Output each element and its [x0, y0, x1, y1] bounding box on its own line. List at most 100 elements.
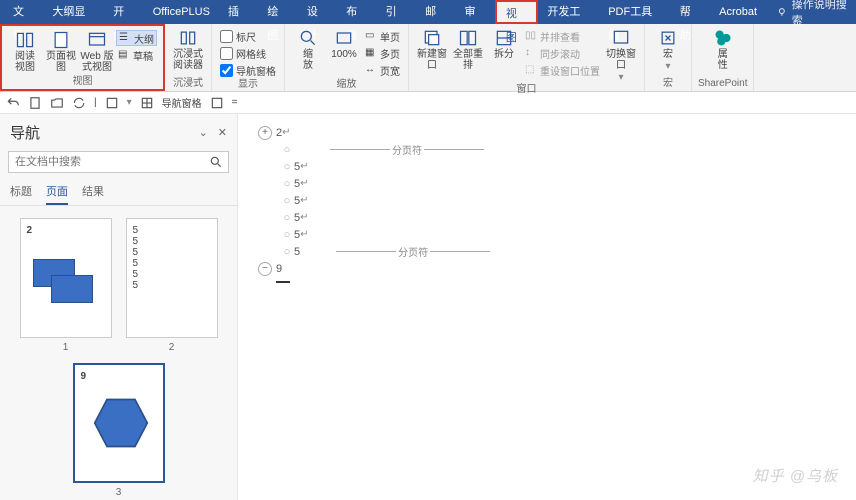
ribbon-group-show: 标尺 网格线 导航窗格 显示: [212, 24, 285, 91]
outline-icon: ☰: [119, 32, 131, 44]
reader-icon: [178, 28, 198, 48]
multi-page-icon: ▦: [365, 47, 377, 59]
grid-icon[interactable]: [210, 96, 224, 110]
ribbon-group-immersive: 沉浸式 阅读器 沉浸式: [165, 24, 212, 91]
sharepoint-icon: [713, 28, 733, 48]
ruler-checkbox[interactable]: 标尺: [218, 28, 278, 44]
menu-home[interactable]: 开始: [104, 0, 143, 24]
collapse-icon[interactable]: −: [258, 262, 272, 276]
search-icon[interactable]: [209, 155, 223, 169]
navigation-pane: 导航 ⌄ ✕ 标题 页面 结果 2 1: [0, 114, 238, 500]
qat-sep: |: [94, 97, 97, 108]
immersive-reader-button[interactable]: 沉浸式 阅读器: [171, 26, 205, 77]
one-page-button[interactable]: ▭单页: [363, 28, 402, 44]
refresh-icon[interactable]: [72, 96, 86, 110]
macros-button[interactable]: 宏▾: [651, 26, 685, 77]
thumbnail-1[interactable]: 2 1: [20, 218, 112, 353]
menu-view[interactable]: 视图: [495, 0, 538, 24]
gridlines-checkbox[interactable]: 网格线: [218, 45, 278, 61]
qat-dropdown[interactable]: ▾: [127, 97, 132, 108]
ribbon-group-macros: 宏▾ 宏: [645, 24, 692, 91]
arrange-icon: [458, 28, 478, 48]
menu-references[interactable]: 引用: [377, 0, 416, 24]
read-mode-button[interactable]: 阅读 视图: [8, 28, 42, 75]
group-label-zoom: 缩放: [337, 78, 357, 92]
side-by-side-button: ▯▯并排查看: [523, 28, 602, 44]
draft-view-button[interactable]: ▤草稿: [116, 47, 157, 63]
macro-icon: [658, 28, 678, 48]
watermark: 知乎 @乌板: [753, 465, 838, 486]
menu-officeplus[interactable]: OfficePLUS: [144, 0, 219, 24]
menu-insert[interactable]: 插入: [219, 0, 258, 24]
outline-view-button[interactable]: ☰大纲: [116, 30, 157, 46]
close-icon[interactable]: ✕: [218, 126, 227, 139]
reset-position-button: ⬚重设窗口位置: [523, 62, 602, 78]
menu-devtools[interactable]: 开发工具: [538, 0, 599, 24]
navpane-checkbox[interactable]: 导航窗格: [218, 62, 278, 78]
new-doc-icon[interactable]: [28, 96, 42, 110]
menu-outline[interactable]: 大纲显示: [43, 0, 104, 24]
switch-window-button[interactable]: 切换窗口▾: [604, 26, 638, 83]
menu-layout[interactable]: 布局: [337, 0, 376, 24]
menu-help[interactable]: 帮助: [671, 0, 710, 24]
web-icon: [87, 30, 107, 50]
menu-review[interactable]: 审阅: [456, 0, 495, 24]
tab-results[interactable]: 结果: [82, 183, 104, 205]
search-input[interactable]: [8, 151, 229, 173]
zoom-button[interactable]: 缩 放: [291, 26, 325, 78]
print-layout-button[interactable]: 页面视图: [44, 28, 78, 75]
window-icon: [422, 28, 442, 48]
expand-icon[interactable]: +: [258, 126, 272, 140]
ribbon-group-window: 新建窗口 全部重排 拆分 ▯▯并排查看 ↕同步滚动 ⬚重设窗口位置 切换窗口▾ …: [409, 24, 645, 91]
undo-icon[interactable]: [6, 96, 20, 110]
tell-me[interactable]: 操作说明搜索: [776, 0, 856, 28]
nav-search[interactable]: [8, 151, 229, 173]
menu-draw[interactable]: 绘图: [258, 0, 297, 24]
nav-tabs: 标题 页面 结果: [0, 177, 237, 206]
arrange-all-button[interactable]: 全部重排: [451, 26, 485, 83]
tab-headings[interactable]: 标题: [10, 183, 32, 205]
thumbnail-2[interactable]: 5 5 5 5 5 5 2: [126, 218, 218, 353]
chevron-down-icon[interactable]: ⌄: [199, 126, 208, 139]
qat-eq: =: [232, 97, 238, 108]
thumbnail-3[interactable]: 9 3: [73, 363, 165, 498]
reset-icon: ⬚: [525, 64, 537, 76]
menu-mailings[interactable]: 邮件: [416, 0, 455, 24]
table-icon[interactable]: [140, 96, 154, 110]
menu-design[interactable]: 设计: [298, 0, 337, 24]
main-area: 导航 ⌄ ✕ 标题 页面 结果 2 1: [0, 114, 856, 500]
one-page-icon: ▭: [365, 30, 377, 42]
lightbulb-icon: [776, 6, 788, 18]
ribbon: 阅读 视图 页面视图 Web 版式视图 ☰大纲 ▤草稿 视图 沉浸式 阅读器 沉: [0, 24, 856, 92]
draft-icon: ▤: [118, 49, 130, 61]
page-icon: [51, 30, 71, 50]
side-icon: ▯▯: [525, 30, 537, 42]
menu-acrobat[interactable]: Acrobat: [710, 0, 766, 24]
sync-scroll-button: ↕同步滚动: [523, 45, 602, 61]
switch-icon: [611, 28, 631, 48]
group-label-window: 窗口: [517, 83, 537, 97]
magnifier-icon: [298, 28, 318, 48]
qat-navpane-label[interactable]: 导航窗格: [162, 95, 202, 110]
tab-pages[interactable]: 页面: [46, 183, 68, 205]
page-thumbnails: 2 1 5 5 5 5 5 5 2: [0, 206, 237, 500]
web-layout-button[interactable]: Web 版式视图: [80, 28, 114, 75]
ribbon-group-sharepoint: 属 性 SharePoint: [692, 24, 754, 91]
properties-button[interactable]: 属 性: [706, 26, 740, 77]
document-area[interactable]: +2↵ ○分页符 ○5↵ ○5↵ ○5↵ ○5↵ ○5↵ ○5分页符 −9 知乎…: [238, 114, 856, 500]
zoom-100-button[interactable]: 100%: [327, 26, 361, 78]
ribbon-group-views: 阅读 视图 页面视图 Web 版式视图 ☰大纲 ▤草稿 视图: [0, 24, 165, 91]
group-label-macros: 宏: [663, 77, 673, 91]
split-icon: [494, 28, 514, 48]
open-icon[interactable]: [50, 96, 64, 110]
ribbon-group-zoom: 缩 放 100% ▭单页 ▦多页 ↔页宽 缩放: [285, 24, 409, 91]
new-window-button[interactable]: 新建窗口: [415, 26, 449, 83]
multi-page-button[interactable]: ▦多页: [363, 45, 402, 61]
group-label-views: 视图: [73, 75, 93, 89]
split-button[interactable]: 拆分: [487, 26, 521, 83]
menu-file[interactable]: 文件: [4, 0, 43, 24]
group-label-sharepoint: SharePoint: [698, 77, 747, 91]
menu-pdf[interactable]: PDF工具箱: [599, 0, 671, 24]
checkbox-icon[interactable]: [105, 96, 119, 110]
page-width-button[interactable]: ↔页宽: [363, 62, 402, 78]
